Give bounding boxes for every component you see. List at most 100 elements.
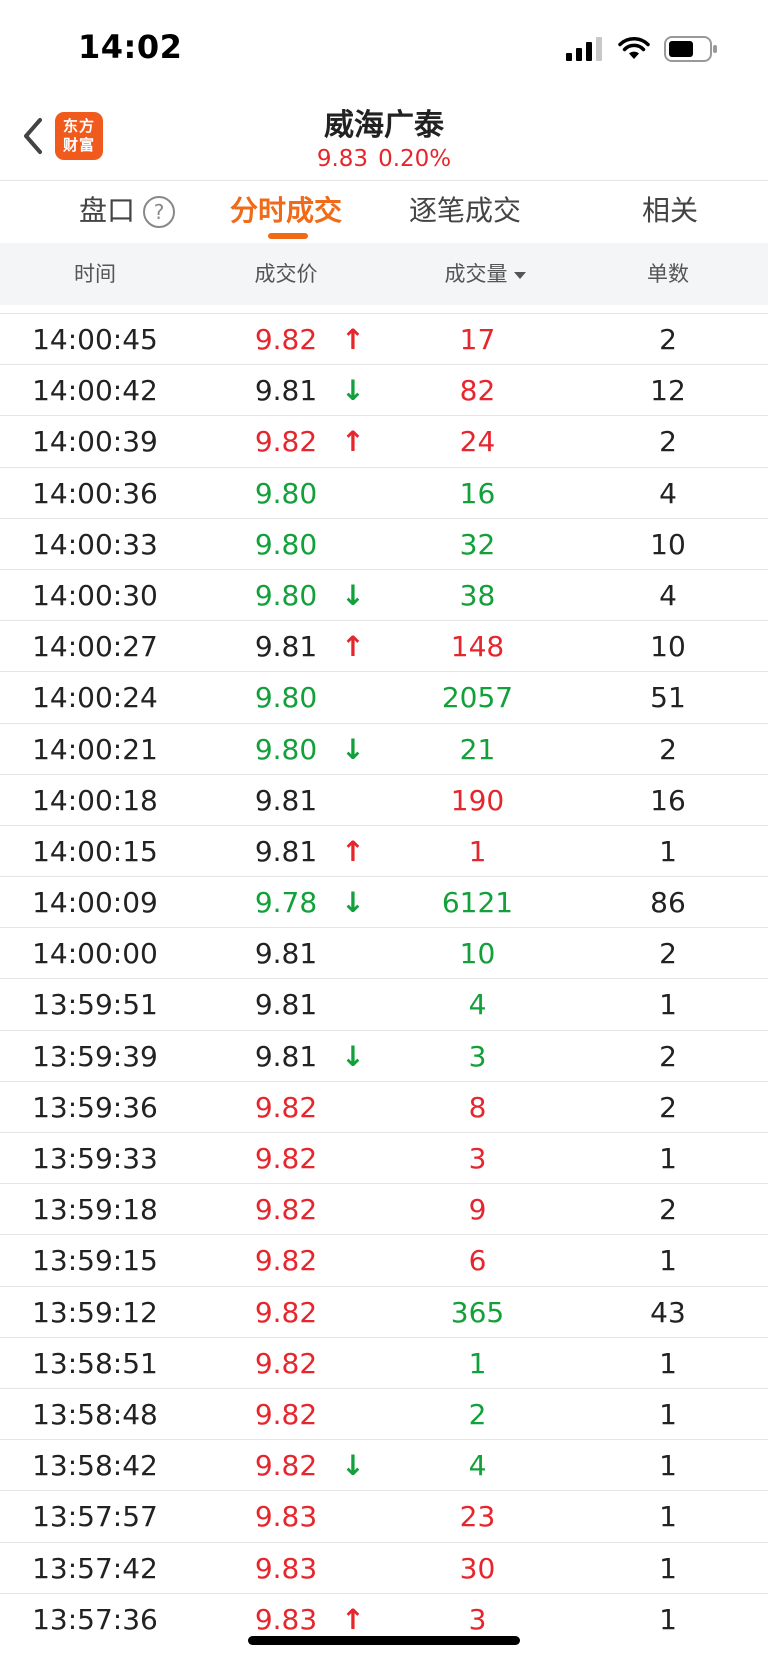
table-row: 13:59:51 9.81 4 1 <box>0 978 768 1029</box>
arrow-down-icon: ↓ <box>341 578 365 612</box>
trade-count: 43 <box>650 1295 686 1329</box>
trade-time: 14:00:24 <box>32 681 158 715</box>
table-row: 13:58:48 9.82 2 1 <box>0 1387 768 1440</box>
trade-price: 9.82 <box>254 323 318 356</box>
table-row: 13:59:33 9.82 3 1 <box>0 1132 768 1183</box>
arrow-down-icon <box>335 468 371 519</box>
trade-count: 4 <box>659 476 677 510</box>
trade-time: 13:59:15 <box>32 1244 158 1278</box>
arrow-down-icon <box>335 672 371 723</box>
trade-volume: 30 <box>459 1551 496 1585</box>
trade-price: 9.82 <box>254 1244 318 1278</box>
arrow-down-icon <box>335 1235 371 1286</box>
trade-volume: 4 <box>468 1449 487 1483</box>
trade-price: 9.83 <box>254 1551 318 1585</box>
tab-time-sales[interactable]: 分时成交 <box>216 181 356 241</box>
arrow-down-icon <box>335 1491 371 1542</box>
table-row: 13:59:12 9.82 365 43 <box>0 1285 768 1337</box>
trade-volume: 21 <box>459 732 496 766</box>
trade-volume: 16 <box>459 476 496 510</box>
trade-volume: 38 <box>459 578 496 612</box>
trade-price: 9.82 <box>254 1449 318 1483</box>
arrow-up-icon: ↑ <box>341 425 365 459</box>
trade-price: 9.82 <box>254 1346 318 1380</box>
trade-volume: 17 <box>459 323 496 356</box>
sort-caret-icon <box>513 271 526 279</box>
trade-count: 1 <box>659 1142 677 1175</box>
home-indicator <box>248 1636 520 1645</box>
trade-count: 2 <box>659 323 677 356</box>
trade-price: 9.80 <box>254 578 318 612</box>
trade-count: 1 <box>659 1449 677 1483</box>
arrow-down-icon: ↓ <box>341 1449 365 1483</box>
arrow-down-icon <box>335 979 371 1030</box>
trade-time: 13:59:33 <box>32 1142 158 1175</box>
table-row: 13:58:51 9.82 1 1 <box>0 1336 768 1388</box>
trade-volume: 1 <box>468 1346 487 1380</box>
trade-count: 12 <box>650 374 686 408</box>
trade-time: 14:00:00 <box>32 937 158 971</box>
trade-price: 9.81 <box>254 374 318 408</box>
table-row: 14:00:00 9.81 10 2 <box>0 927 768 978</box>
table-row: 14:00:18 9.81 190 16 <box>0 773 768 825</box>
stock-name: 威海广泰 <box>324 108 444 143</box>
trade-time: 14:00:36 <box>32 476 158 510</box>
trade-volume: 10 <box>459 937 496 971</box>
arrow-down-icon <box>335 1082 371 1133</box>
trade-time: 14:00:27 <box>32 630 158 664</box>
trade-count: 2 <box>659 1193 677 1227</box>
trade-price: 9.80 <box>254 527 318 561</box>
trade-volume: 24 <box>459 425 496 459</box>
trade-price: 9.82 <box>254 1142 318 1175</box>
tab-order-book-label: 盘口 <box>78 194 135 227</box>
trade-time: 14:00:09 <box>32 886 158 920</box>
trade-time: 14:00:21 <box>32 732 158 766</box>
column-header-volume[interactable]: 成交量 <box>420 243 550 305</box>
trade-count: 1 <box>659 1551 677 1585</box>
trade-list[interactable]: 14:00:45 9.82 ↑ 17 2 14:00:42 9.81 ↓ 82 12 14:00:3… <box>0 313 768 1644</box>
trade-time: 14:00:45 <box>32 323 158 356</box>
trade-volume: 8 <box>468 1090 487 1124</box>
trade-count: 10 <box>650 630 686 664</box>
table-row: 14:00:33 9.80 32 10 <box>0 517 768 570</box>
arrow-down-icon <box>335 519 371 570</box>
trade-price: 9.82 <box>254 425 318 459</box>
trade-count: 2 <box>659 425 677 459</box>
trade-time: 13:57:57 <box>32 1500 158 1534</box>
trade-price: 9.81 <box>254 1039 318 1073</box>
arrow-down-icon <box>335 1389 371 1440</box>
arrow-down-icon: ↓ <box>341 732 365 766</box>
signal-icon <box>566 37 602 61</box>
trade-price: 9.82 <box>254 1397 318 1431</box>
table-row: 13:59:18 9.82 9 2 <box>0 1183 768 1234</box>
table-row: 14:00:24 9.80 2057 51 <box>0 671 768 722</box>
table-row: 14:00:09 9.78 ↓ 6121 86 <box>0 876 768 927</box>
trade-volume: 2057 <box>441 681 514 715</box>
table-row: 14:00:27 9.81 ↑ 148 10 <box>0 620 768 671</box>
trade-count: 86 <box>650 886 686 920</box>
trade-volume: 4 <box>468 988 487 1022</box>
table-row: 14:00:42 9.81 ↓ 82 12 <box>0 364 768 415</box>
trade-count: 1 <box>659 988 677 1022</box>
help-icon[interactable]: ? <box>143 196 175 228</box>
tab-tick-trades[interactable]: 逐笔成交 <box>395 181 535 241</box>
tab-related[interactable]: 相关 <box>625 181 715 241</box>
trade-price: 9.82 <box>254 1193 318 1227</box>
trade-price: 9.80 <box>254 476 318 510</box>
table-row: 14:00:36 9.80 16 4 <box>0 466 768 519</box>
arrow-up-icon: ↑ <box>341 834 365 868</box>
trade-count: 2 <box>659 732 677 766</box>
trade-count: 2 <box>659 937 677 971</box>
stock-price: 9.83 <box>316 146 369 172</box>
arrow-down-icon: ↓ <box>341 1039 365 1073</box>
trade-volume: 23 <box>459 1500 496 1534</box>
arrow-up-icon: ↑ <box>341 323 365 356</box>
trade-volume: 148 <box>450 630 505 664</box>
trade-volume: 6121 <box>441 886 514 920</box>
tab-order-book[interactable]: 盘口? <box>62 181 192 241</box>
trade-volume: 6 <box>468 1244 487 1278</box>
column-header-volume-label: 成交量 <box>444 262 508 286</box>
status-icons <box>566 36 718 62</box>
trade-volume: 82 <box>459 374 496 408</box>
trade-time: 13:59:18 <box>32 1193 158 1227</box>
